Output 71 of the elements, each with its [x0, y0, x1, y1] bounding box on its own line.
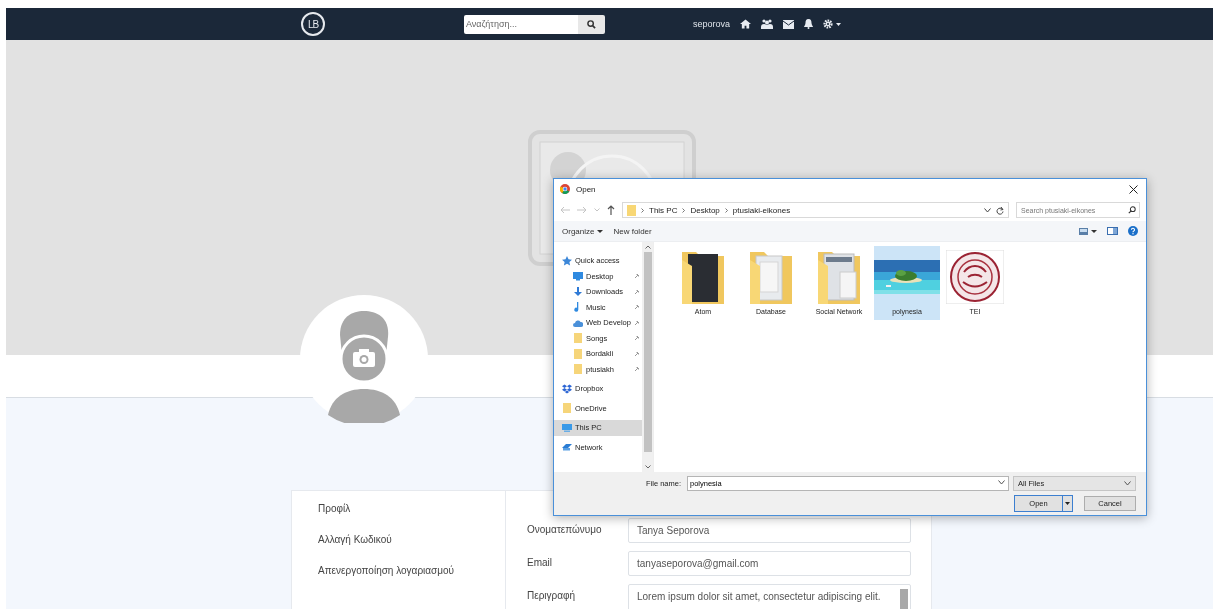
breadcrumb-item[interactable]: This PC [649, 205, 678, 215]
pin-icon [634, 273, 640, 280]
field-label: Περιγραφή [527, 589, 577, 601]
search-field[interactable]: Αναζήτηση... [464, 14, 578, 34]
close-button[interactable] [1129, 184, 1138, 194]
search-button[interactable] [578, 14, 605, 34]
scroll-thumb[interactable] [643, 252, 652, 452]
pin-icon [634, 350, 640, 357]
breadcrumb-item[interactable]: Desktop [690, 205, 720, 215]
chevron-down-icon [1124, 481, 1131, 486]
chevron-right-icon [724, 207, 728, 213]
settings-menu[interactable] [823, 19, 842, 29]
bell-icon[interactable] [804, 19, 814, 29]
username-link[interactable]: seporova [693, 19, 731, 29]
home-icon[interactable] [740, 19, 752, 29]
organize-menu[interactable]: Organize [562, 226, 604, 236]
view-menu[interactable] [1079, 227, 1097, 235]
folder-icon [562, 403, 572, 414]
profile-menu-link[interactable]: Αλλαγή Κωδικού [318, 534, 505, 545]
help-icon[interactable] [1128, 226, 1138, 236]
text-field[interactable]: Tanya Seporova [628, 518, 911, 543]
profile-menu-link[interactable]: Προφίλ [318, 503, 505, 514]
new-folder-button[interactable]: New folder [613, 226, 652, 236]
folder-icon [573, 348, 583, 359]
download-icon [573, 286, 583, 297]
folder-icon [573, 333, 583, 344]
caret-icon [1091, 229, 1097, 233]
caret-icon [836, 22, 842, 26]
refresh-icon[interactable] [996, 205, 1004, 215]
caret-icon [597, 229, 604, 233]
profile-menu-link[interactable]: Απενεργοποίηση λογαριασμού [318, 565, 505, 576]
scroll-down-icon [644, 465, 651, 469]
chevron-down-icon [998, 479, 1005, 485]
field-label: Ονοματεπώνυμο [527, 523, 603, 535]
field-label: Email [527, 556, 553, 568]
text-field[interactable]: tanyaseporova@gmail.com [628, 551, 911, 576]
breadcrumb-item[interactable]: ptusiaki-eikones [732, 205, 791, 215]
seal-icon [946, 250, 1004, 304]
logo[interactable]: LB [301, 12, 325, 36]
pin-icon [634, 366, 640, 373]
desktop-icon [573, 271, 583, 282]
chevron-right-icon [682, 207, 686, 213]
pc-icon [562, 422, 572, 433]
pin-icon [634, 288, 640, 295]
preview-pane-icon[interactable] [1107, 227, 1118, 235]
chevron-right-icon [641, 207, 644, 213]
address-bar[interactable]: This PC Desktop ptusiaki-eikones [622, 202, 1009, 218]
search-icon [587, 19, 596, 29]
dropbox-icon [562, 383, 572, 394]
view-icon [1079, 227, 1088, 235]
caret-icon [1065, 502, 1070, 505]
window-title: Open [576, 184, 597, 194]
close-icon [1129, 184, 1138, 194]
chevron-down-icon[interactable] [984, 207, 991, 213]
scrollbar[interactable] [642, 242, 653, 472]
description-field[interactable]: Lorem ipsum dolor sit amet, consectetur adipiscing elit. [628, 584, 911, 609]
folder-icon [573, 364, 583, 375]
scroll-up-icon [644, 245, 651, 249]
pin-icon [634, 304, 640, 311]
up-arrow-icon[interactable] [607, 205, 615, 215]
envelope-icon[interactable] [783, 19, 795, 29]
pin-icon [634, 335, 640, 342]
network-icon [562, 442, 572, 453]
browser-icon [560, 184, 570, 194]
dropdown-button[interactable] [1062, 496, 1072, 511]
settings-icon [823, 19, 834, 29]
folder-icon [627, 204, 636, 216]
star-icon [562, 255, 572, 266]
users-icon[interactable] [761, 19, 774, 29]
search-icon [1128, 206, 1136, 214]
pin-icon [634, 319, 640, 326]
